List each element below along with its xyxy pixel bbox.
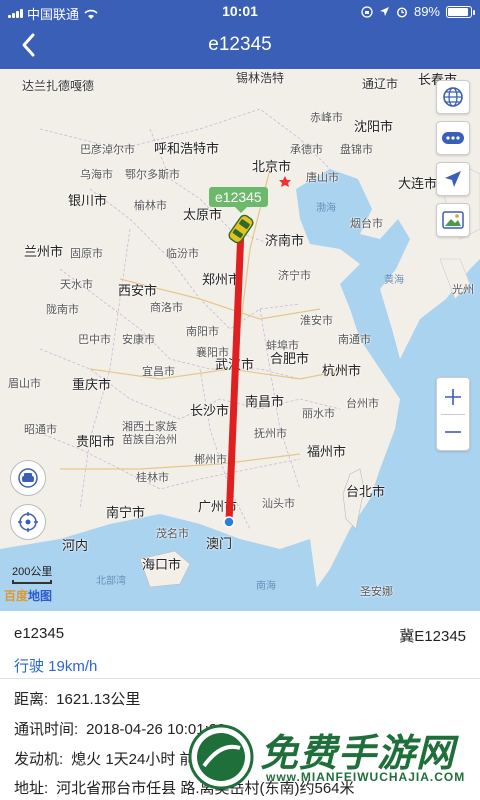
navigate-button[interactable]: [436, 162, 470, 196]
car-marker-icon[interactable]: [224, 212, 258, 246]
battery-icon: [446, 5, 475, 18]
watermark-logo: [188, 724, 254, 790]
address-label: 地址:: [14, 780, 49, 797]
back-arrow-icon[interactable]: [14, 30, 44, 60]
route-layer: [223, 225, 245, 528]
location-arrow-icon: [379, 7, 389, 16]
screen: 中国联通 10:01 89% e12345 达兰扎德嘎德 锡林浩特 通辽市 赤峰…: [0, 0, 480, 800]
battery-percent: 89%: [413, 4, 440, 19]
locate-button[interactable]: [10, 504, 46, 540]
device-marker-label[interactable]: e12345: [209, 187, 268, 213]
zoom-out-icon[interactable]: [443, 415, 463, 449]
navigate-icon: [445, 171, 461, 187]
locate-target-icon: [18, 512, 38, 532]
provider-suffix: 地图: [28, 589, 53, 603]
plate-number: 冀E12345: [399, 628, 466, 645]
car-icon: [18, 468, 38, 488]
provider-name: 百度: [4, 589, 29, 603]
divider: [0, 678, 480, 679]
scale-label: 200公里: [12, 566, 53, 578]
nav-bar: e12345: [0, 22, 480, 69]
image-icon: [442, 211, 464, 229]
more-button[interactable]: [436, 121, 470, 155]
distance-label: 距离:: [14, 691, 49, 708]
page-title: e12345: [208, 34, 272, 55]
distance-row: 距离: 1621.13公里: [14, 688, 140, 709]
more-icon: [442, 132, 464, 144]
alarm-icon: [396, 6, 407, 18]
watermark-url: www.MIANFEIWUCHAJIA.COM: [266, 770, 466, 784]
globe-icon: [443, 87, 463, 107]
map-scale: 200公里: [12, 563, 52, 584]
route-line: [225, 225, 245, 526]
status-bar: 中国联通 10:01 89%: [0, 0, 480, 22]
route-start-dot: [223, 516, 235, 528]
device-name: e12345: [14, 625, 65, 642]
comm-time-label: 通讯时间:: [14, 721, 79, 738]
watermark-text: 免费手游网: [260, 733, 456, 775]
distance-value: 1621.13公里: [56, 691, 141, 708]
map-provider-logo: 百度地图: [4, 587, 52, 604]
map-view[interactable]: 达兰扎德嘎德 锡林浩特 通辽市 长春市 赤峰市 沈阳市 巴彦淖尔市 呼和浩特市 …: [0, 69, 480, 611]
rotation-lock-icon: [361, 5, 373, 18]
map-layer-button[interactable]: [436, 203, 470, 237]
car-view-button[interactable]: [10, 460, 46, 496]
watermark: 免费手游网 www.MIANFEIWUCHAJIA.COM: [186, 722, 480, 800]
engine-label: 发动机:: [14, 751, 64, 768]
zoom-in-icon[interactable]: [443, 380, 463, 414]
globe-button[interactable]: [436, 80, 470, 114]
driving-status: 行驶 19km/h: [14, 658, 98, 675]
zoom-control: [436, 377, 470, 451]
